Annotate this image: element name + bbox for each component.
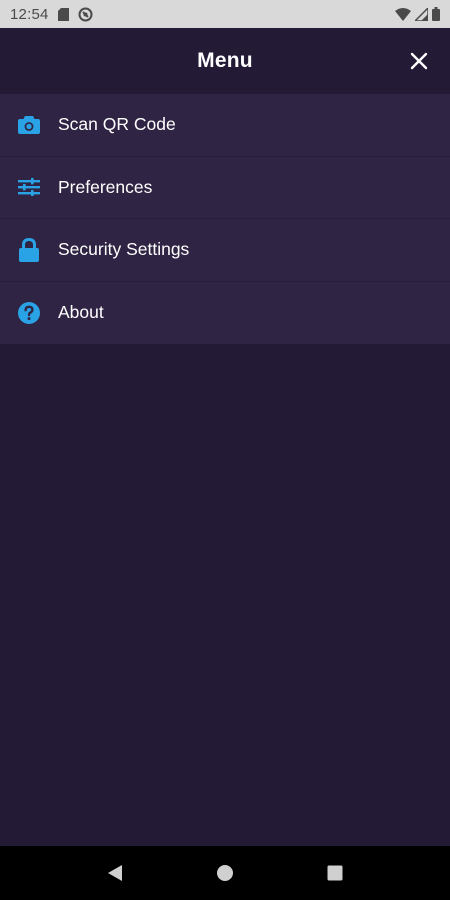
sliders-icon: [17, 175, 41, 199]
back-icon: [108, 865, 122, 881]
recents-button[interactable]: [320, 858, 350, 888]
sync-icon: [78, 7, 93, 22]
menu-item-scan-qr-code[interactable]: Scan QR Code: [0, 94, 450, 157]
menu-header: Menu: [0, 28, 450, 94]
menu-item-label: About: [58, 302, 104, 323]
close-button[interactable]: [408, 50, 430, 72]
back-button[interactable]: [100, 858, 130, 888]
menu-item-about[interactable]: About: [0, 282, 450, 345]
close-icon: [410, 52, 428, 70]
menu-list: Scan QR Code Preferences Security Settin…: [0, 94, 450, 344]
sd-card-icon: [57, 7, 69, 21]
home-icon: [217, 865, 233, 881]
camera-icon: [17, 113, 41, 137]
menu-item-label: Preferences: [58, 176, 153, 197]
signal-icon: [415, 7, 428, 21]
home-button[interactable]: [210, 858, 240, 888]
lock-icon: [17, 237, 41, 262]
status-bar: 12:54: [0, 0, 450, 28]
wifi-icon: [395, 7, 411, 21]
battery-icon: [432, 7, 440, 21]
status-right: [395, 7, 440, 21]
system-nav-bar: [0, 846, 450, 900]
menu-item-security-settings[interactable]: Security Settings: [0, 219, 450, 282]
page-title: Menu: [197, 49, 253, 72]
menu-item-label: Scan QR Code: [58, 114, 176, 135]
menu-item-label: Security Settings: [58, 239, 190, 260]
status-time: 12:54: [10, 5, 49, 23]
recents-icon: [327, 865, 343, 881]
menu-item-preferences[interactable]: Preferences: [0, 157, 450, 219]
status-left: 12:54: [10, 6, 93, 23]
help-icon: [17, 301, 41, 325]
app-screen: 12:54 Menu Scan QR Code Preferences Secu…: [0, 0, 450, 900]
